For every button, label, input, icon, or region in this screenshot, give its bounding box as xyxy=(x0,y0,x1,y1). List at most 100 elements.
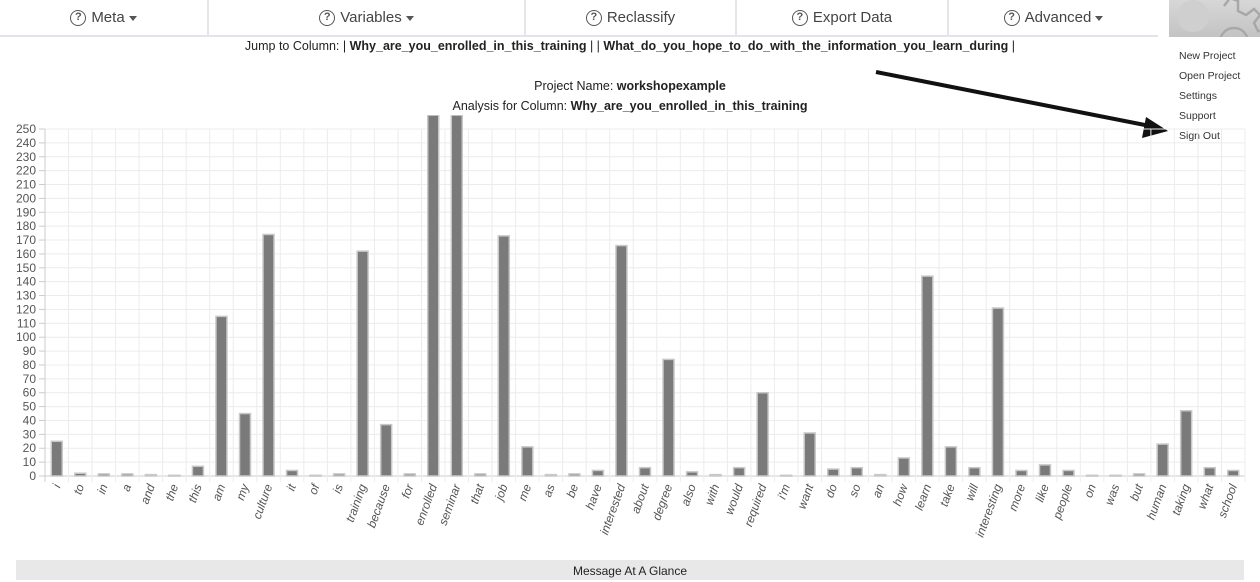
bar-enrolled xyxy=(426,115,440,477)
y-tick-label: 0 xyxy=(29,469,36,483)
x-tick-label: i'm xyxy=(775,482,793,501)
nav-advanced-label: Advanced xyxy=(1024,9,1092,26)
x-tick-label: taking xyxy=(1169,482,1193,517)
bar-as xyxy=(544,473,558,477)
top-navbar: ? Meta ? Variables ? Reclassify ? Export… xyxy=(0,0,1158,37)
bar-be xyxy=(568,473,581,477)
x-tick-label: people xyxy=(1050,482,1076,522)
x-tick-label: it xyxy=(284,482,299,493)
y-tick-label: 20 xyxy=(23,441,37,455)
bar-people xyxy=(1062,469,1075,477)
y-tick-label: 80 xyxy=(23,358,37,372)
x-tick-label: more xyxy=(1006,482,1029,513)
nav-meta[interactable]: ? Meta xyxy=(0,0,209,35)
jump-link-hope[interactable]: What_do_you_hope_to_do_with_the_informat… xyxy=(603,39,1008,53)
bar-because xyxy=(379,423,393,477)
nav-export-data-label: Export Data xyxy=(812,9,893,26)
y-tick-label: 150 xyxy=(16,261,36,275)
x-tick-label: do xyxy=(822,482,840,500)
y-tick-label: 250 xyxy=(16,122,36,136)
bar-what xyxy=(1203,466,1216,477)
nav-reclassify[interactable]: ? Reclassify xyxy=(526,0,737,35)
x-tick-label: this xyxy=(185,482,205,504)
bar-will xyxy=(968,466,981,477)
bar-training xyxy=(356,250,369,477)
x-tick-label: so xyxy=(846,482,864,499)
bar-more xyxy=(1015,469,1028,477)
y-tick-label: 160 xyxy=(16,247,36,261)
y-tick-label: 210 xyxy=(16,178,36,192)
bar-human xyxy=(1156,443,1169,477)
x-tick-label: have xyxy=(583,482,605,512)
nav-advanced[interactable]: ? Advanced xyxy=(949,0,1158,35)
bar-on xyxy=(1085,474,1099,477)
nav-variables-label: Variables xyxy=(340,9,402,26)
x-tick-label: on xyxy=(1081,482,1099,500)
bar-it xyxy=(285,469,299,477)
bar-to xyxy=(74,472,87,477)
x-tick-label: was xyxy=(1102,482,1122,507)
bar-am xyxy=(215,315,228,477)
x-tick-label: is xyxy=(330,482,346,495)
x-tick-label: am xyxy=(209,482,228,502)
bar-do xyxy=(826,468,840,477)
y-tick-label: 120 xyxy=(16,302,36,316)
x-tick-label: my xyxy=(233,481,252,502)
bar-this xyxy=(191,465,205,477)
nav-variables[interactable]: ? Variables xyxy=(209,0,526,35)
y-tick-label: 130 xyxy=(16,289,36,303)
jump-separator: | | xyxy=(586,39,604,53)
bar-like xyxy=(1038,464,1052,477)
jump-link-enrolled[interactable]: Why_are_you_enrolled_in_this_training xyxy=(350,39,587,53)
x-tick-label: how xyxy=(890,481,911,508)
bar-how xyxy=(897,457,911,477)
project-name-line: Project Name: workshopexample xyxy=(0,79,1260,93)
bar-about xyxy=(638,466,652,477)
bar-the xyxy=(168,474,181,477)
settings-gear-button[interactable] xyxy=(1169,0,1260,37)
question-circle-icon: ? xyxy=(791,9,808,26)
x-tick-label: take xyxy=(937,482,958,508)
bar-was xyxy=(1109,474,1122,477)
bar-so xyxy=(850,466,864,477)
analysis-column-line: Analysis for Column: Why_are_you_enrolle… xyxy=(0,99,1260,113)
question-circle-icon: ? xyxy=(70,9,87,26)
jump-suffix: | xyxy=(1008,39,1016,53)
bar-school xyxy=(1226,469,1240,477)
bar-i'm xyxy=(779,474,793,477)
bar-for xyxy=(403,473,416,477)
y-tick-label: 50 xyxy=(23,400,37,414)
y-tick-label: 230 xyxy=(16,150,36,164)
y-tick-label: 110 xyxy=(17,316,36,330)
message-at-a-glance-panel[interactable]: Message At A Glance xyxy=(16,560,1244,580)
caret-down-icon xyxy=(1095,16,1104,21)
x-tick-label: me xyxy=(515,482,534,503)
nav-meta-label: Meta xyxy=(91,9,125,26)
x-tick-label: a xyxy=(119,482,135,493)
word-frequency-bar-chart: 0102030405060708090100110120130140150160… xyxy=(16,115,1246,539)
bar-with xyxy=(709,473,722,477)
bar-taking xyxy=(1179,410,1193,477)
bar-is xyxy=(332,473,346,477)
jump-prefix: Jump to Column: | xyxy=(244,39,350,53)
x-tick-label: an xyxy=(869,482,887,500)
bar-take xyxy=(944,446,958,477)
y-tick-label: 70 xyxy=(23,372,37,386)
project-label: Project Name: xyxy=(534,79,617,93)
bar-i xyxy=(50,440,64,477)
y-tick-label: 60 xyxy=(23,386,37,400)
x-tick-label: job xyxy=(491,482,510,504)
bar-of xyxy=(309,474,322,477)
bar-learn xyxy=(921,275,934,477)
x-tick-label: to xyxy=(71,482,88,496)
y-tick-label: 30 xyxy=(23,427,37,441)
x-tick-label: and xyxy=(138,482,158,506)
x-tick-label: human xyxy=(1144,482,1170,522)
x-tick-label: seminar xyxy=(436,481,464,527)
y-tick-label: 90 xyxy=(23,344,37,358)
question-circle-icon: ? xyxy=(1003,9,1020,26)
nav-export-data[interactable]: ? Export Data xyxy=(737,0,949,35)
x-tick-label: what xyxy=(1195,482,1217,511)
question-circle-icon: ? xyxy=(585,9,602,26)
bar-would xyxy=(732,466,746,477)
